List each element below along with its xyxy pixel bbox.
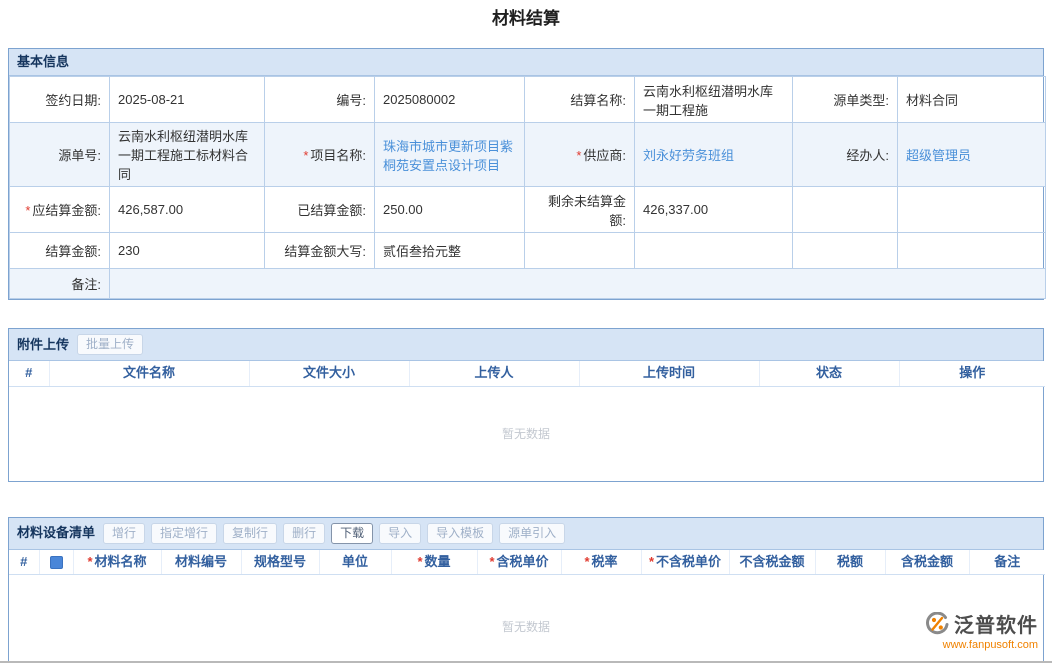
handler-value: 超级管理员: [898, 123, 1046, 187]
materials-empty-state: 暂无数据: [9, 575, 1043, 663]
supplier-label: *供应商:: [525, 123, 635, 187]
attachments-header: 附件上传 批量上传: [9, 329, 1043, 361]
source-no-value: 云南水利枢纽潜明水库一期工程施工标材料合同: [110, 123, 265, 187]
materials-col-tax-rate: *税率: [561, 550, 641, 575]
doc-no-value: 2025080002: [375, 77, 525, 123]
basic-info-title: 基本信息: [17, 54, 69, 70]
select-all-checkbox[interactable]: [50, 556, 63, 569]
attachments-section: 附件上传 批量上传 # 文件名称 文件大小 上传人 上传时间 状态 操作: [8, 328, 1044, 482]
import-button[interactable]: 导入: [379, 523, 421, 544]
required-mark: *: [576, 148, 581, 163]
required-mark: *: [649, 554, 654, 569]
settled-amount-value: 250.00: [375, 187, 525, 233]
brand-url[interactable]: www.fanpusoft.com: [925, 639, 1038, 651]
sign-date-label: 签约日期:: [10, 77, 110, 123]
payable-amount-label: *应结算金额:: [10, 187, 110, 233]
settled-amount-label: 已结算金额:: [265, 187, 375, 233]
materials-col-select: [39, 550, 73, 575]
settle-name-value: 云南水利枢纽潜明水库一期工程施: [635, 77, 793, 123]
attachments-empty-state: 暂无数据: [9, 387, 1043, 481]
attachments-col-file-size: 文件大小: [249, 361, 409, 386]
materials-col-index: #: [9, 550, 39, 575]
batch-upload-button[interactable]: 批量上传: [77, 334, 143, 355]
materials-col-price-no-tax: *不含税单价: [641, 550, 729, 575]
basic-info-header: 基本信息: [9, 49, 1043, 76]
empty-label-cell: [793, 233, 898, 269]
fanpu-logo-icon: [925, 612, 949, 636]
attachments-col-upload-time: 上传时间: [579, 361, 759, 386]
required-mark: *: [489, 554, 494, 569]
materials-col-quantity: *数量: [391, 550, 477, 575]
materials-col-price-with-tax: *含税单价: [477, 550, 561, 575]
payable-amount-value: 426,587.00: [110, 187, 265, 233]
brand-footer: 泛普软件 www.fanpusoft.com: [925, 609, 1038, 651]
materials-col-material-name: *材料名称: [73, 550, 161, 575]
required-mark: *: [25, 203, 30, 218]
page-title: 材料结算: [8, 8, 1044, 30]
materials-col-tax-amount: 税额: [815, 550, 885, 575]
project-name-value: 珠海市城市更新项目紫桐苑安置点设计项目: [375, 123, 525, 187]
add-row-button[interactable]: 增行: [103, 523, 145, 544]
materials-col-amount-no-tax: 不含税金额: [729, 550, 815, 575]
remaining-amount-value: 426,337.00: [635, 187, 793, 233]
required-mark: *: [303, 148, 308, 163]
materials-section: 材料设备清单 增行 指定增行 复制行 删行 下载 导入 导入模板 源单引入: [8, 517, 1044, 663]
import-template-button[interactable]: 导入模板: [427, 523, 493, 544]
attachments-col-actions: 操作: [899, 361, 1045, 386]
sign-date-value: 2025-08-21: [110, 77, 265, 123]
attachments-col-status: 状态: [759, 361, 899, 386]
attachments-col-index: #: [9, 361, 49, 386]
settle-amount-value: 230: [110, 233, 265, 269]
source-type-label: 源单类型:: [793, 77, 898, 123]
source-no-label: 源单号:: [10, 123, 110, 187]
required-mark: *: [417, 554, 422, 569]
materials-title: 材料设备清单: [17, 525, 95, 541]
materials-col-spec-model: 规格型号: [241, 550, 319, 575]
project-name-label: *项目名称:: [265, 123, 375, 187]
delete-row-button[interactable]: 删行: [283, 523, 325, 544]
amount-caps-label: 结算金额大写:: [265, 233, 375, 269]
materials-col-material-code: 材料编号: [161, 550, 241, 575]
basic-info-table: 签约日期: 2025-08-21 编号: 2025080002 结算名称: 云南…: [9, 76, 1046, 299]
source-import-button[interactable]: 源单引入: [499, 523, 565, 544]
basic-info-section: 基本信息 签约日期: 2025-08-21 编号: 2025080002 结算名…: [8, 48, 1044, 300]
attachments-table: # 文件名称 文件大小 上传人 上传时间 状态 操作: [9, 361, 1045, 387]
empty-label-cell: [793, 187, 898, 233]
material-settlement-page: 材料结算 基本信息 签约日期: 2025-08-21 编号: 202508000…: [0, 0, 1052, 663]
empty-value-cell: [898, 187, 1046, 233]
materials-header: 材料设备清单 增行 指定增行 复制行 删行 下载 导入 导入模板 源单引入: [9, 518, 1043, 550]
brand-name: 泛普软件: [954, 609, 1038, 638]
settle-amount-label: 结算金额:: [10, 233, 110, 269]
doc-no-label: 编号:: [265, 77, 375, 123]
empty-value-cell: [898, 233, 1046, 269]
attachments-col-file-name: 文件名称: [49, 361, 249, 386]
materials-toolbar: 增行 指定增行 复制行 删行 下载 导入 导入模板 源单引入: [103, 523, 565, 544]
materials-table: # *材料名称 材料编号 规格型号 单位 *数量 *含税单价 *税率 *不含税单…: [9, 550, 1045, 576]
materials-col-remark: 备注: [969, 550, 1045, 575]
copy-row-button[interactable]: 复制行: [223, 523, 277, 544]
required-mark: *: [87, 554, 92, 569]
insert-row-button[interactable]: 指定增行: [151, 523, 217, 544]
materials-col-amount-with-tax: 含税金额: [885, 550, 969, 575]
supplier-link[interactable]: 刘永好劳务班组: [643, 148, 734, 163]
empty-label-cell: [525, 233, 635, 269]
project-name-link[interactable]: 珠海市城市更新项目紫桐苑安置点设计项目: [383, 139, 513, 173]
supplier-value: 刘永好劳务班组: [635, 123, 793, 187]
empty-value-cell: [635, 233, 793, 269]
handler-label: 经办人:: [793, 123, 898, 187]
attachments-title: 附件上传: [17, 337, 69, 353]
attachments-col-uploader: 上传人: [409, 361, 579, 386]
remark-value: [110, 269, 1046, 299]
materials-col-unit: 单位: [319, 550, 391, 575]
remark-label: 备注:: [10, 269, 110, 299]
amount-caps-value: 贰佰叁拾元整: [375, 233, 525, 269]
download-button[interactable]: 下载: [331, 523, 373, 544]
required-mark: *: [584, 554, 589, 569]
remaining-amount-label: 剩余未结算金额:: [525, 187, 635, 233]
source-type-value: 材料合同: [898, 77, 1046, 123]
settle-name-label: 结算名称:: [525, 77, 635, 123]
